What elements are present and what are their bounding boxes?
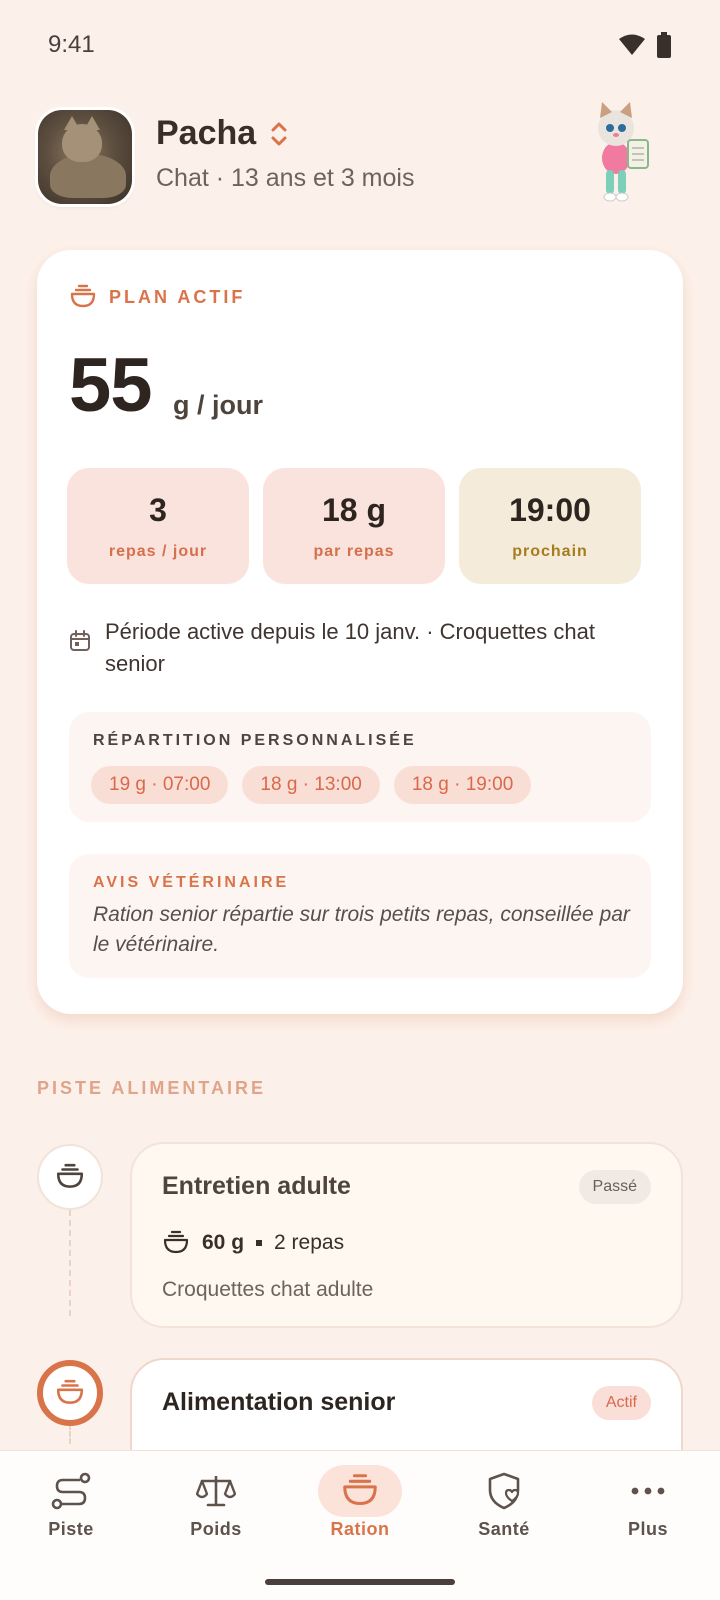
stat-value: 3 [149, 491, 167, 528]
nav-label: Poids [190, 1519, 242, 1539]
status-icons [618, 32, 672, 58]
nav-item-ration[interactable]: Ration [300, 1465, 420, 1561]
timeline-card-title: Entretien adulte [162, 1172, 351, 1200]
timeline-card-past[interactable]: Entretien adulte Passé 60 g 2 repas Croq… [130, 1142, 683, 1328]
repartition-title: RÉPARTITION PERSONNALISÉE [93, 732, 417, 749]
period-text: Période active depuis le 10 janv. · Croq… [105, 619, 595, 676]
daily-amount: 55 [69, 343, 153, 428]
more-icon [631, 1487, 665, 1495]
nav-label: Santé [478, 1519, 530, 1539]
timeline-card-title: Alimentation senior [162, 1388, 396, 1416]
repartition-chips: 19 g · 07:00 18 g · 13:00 18 g · 19:00 [91, 766, 532, 804]
bowl-icon [56, 1163, 84, 1188]
bottom-nav: Piste Poids Ration Santé Plus [0, 1450, 720, 1600]
scale-icon [196, 1476, 236, 1507]
chevron-up-down-icon [271, 122, 287, 145]
pet-subtitle: Chat · 13 ans et 3 mois [156, 164, 415, 192]
repartition-section: RÉPARTITION PERSONNALISÉE 19 g · 07:00 1… [69, 712, 651, 822]
wifi-icon [619, 34, 645, 55]
home-indicator[interactable] [265, 1579, 455, 1585]
nav-item-poids[interactable]: Poids [156, 1465, 276, 1561]
stat-value: 18 g [321, 491, 387, 528]
cat-mascot-icon [598, 102, 649, 202]
stat-value: 19:00 [509, 491, 591, 528]
pet-switcher[interactable]: Pacha [156, 114, 290, 153]
nav-item-piste[interactable]: Piste [11, 1465, 131, 1561]
timeline-amount: 60 g [202, 1231, 245, 1254]
status-bar: 9:41 [0, 0, 720, 90]
battery-icon [657, 32, 671, 58]
nav-label: Piste [48, 1519, 94, 1539]
meal-chip[interactable]: 18 g · 13:00 [242, 766, 380, 804]
vet-title: AVIS VÉTÉRINAIRE [93, 874, 290, 891]
pet-header: Pacha Chat · 13 ans et 3 mois [38, 102, 682, 210]
timeline-connector [69, 1210, 71, 1316]
status-time: 9:41 [48, 31, 95, 58]
stat-meals-per-day: 3 repas / jour [67, 468, 249, 584]
calendar-icon [70, 630, 90, 651]
timeline-connector [69, 1424, 71, 1444]
nav-label: Plus [627, 1519, 668, 1539]
stat-label: prochain [512, 542, 588, 560]
status-badge: Actif [591, 1386, 651, 1420]
stat-next-meal: 19:00 prochain [459, 468, 641, 584]
timeline-dot [37, 1144, 103, 1210]
meal-chip[interactable]: 18 g · 19:00 [393, 766, 532, 804]
pet-name: Pacha [156, 114, 257, 152]
nav-item-sante[interactable]: Santé [444, 1465, 564, 1561]
separator-dot [256, 1240, 263, 1246]
plan-label: PLAN ACTIF [109, 286, 246, 307]
active-plan-card[interactable]: PLAN ACTIF 55 g / jour 3 repas / jour 18… [37, 250, 683, 1014]
bowl-icon [70, 284, 96, 308]
daily-unit: g / jour [173, 390, 263, 420]
stat-label: repas / jour [108, 542, 208, 560]
nav-label: Ration [330, 1519, 390, 1539]
timeline-food: Croquettes chat adulte [162, 1278, 374, 1301]
timeline-title: PISTE ALIMENTAIRE [37, 1078, 267, 1098]
period-row: Période active depuis le 10 janv. · Croq… [69, 616, 649, 680]
stat-label: par repas [313, 542, 395, 560]
bowl-icon [343, 1474, 377, 1505]
route-icon [51, 1472, 91, 1510]
timeline-meals: 2 repas [274, 1231, 345, 1254]
bowl-icon [56, 1379, 84, 1404]
nav-item-plus[interactable]: Plus [588, 1465, 708, 1561]
stat-per-meal: 18 g par repas [263, 468, 445, 584]
pet-avatar[interactable] [38, 110, 132, 204]
timeline-card-meta: 60 g 2 repas [162, 1230, 344, 1256]
timeline-dot-active [37, 1360, 103, 1426]
shield-heart-icon [488, 1472, 520, 1510]
bowl-icon [163, 1230, 189, 1254]
meal-chip[interactable]: 19 g · 07:00 [91, 766, 229, 804]
vet-advice: AVIS VÉTÉRINAIRE Ration senior répartie … [69, 854, 651, 978]
status-badge: Passé [578, 1170, 651, 1204]
plan-label-row: PLAN ACTIF [69, 284, 245, 310]
vet-text: Ration senior répartie sur trois petits … [93, 903, 630, 956]
